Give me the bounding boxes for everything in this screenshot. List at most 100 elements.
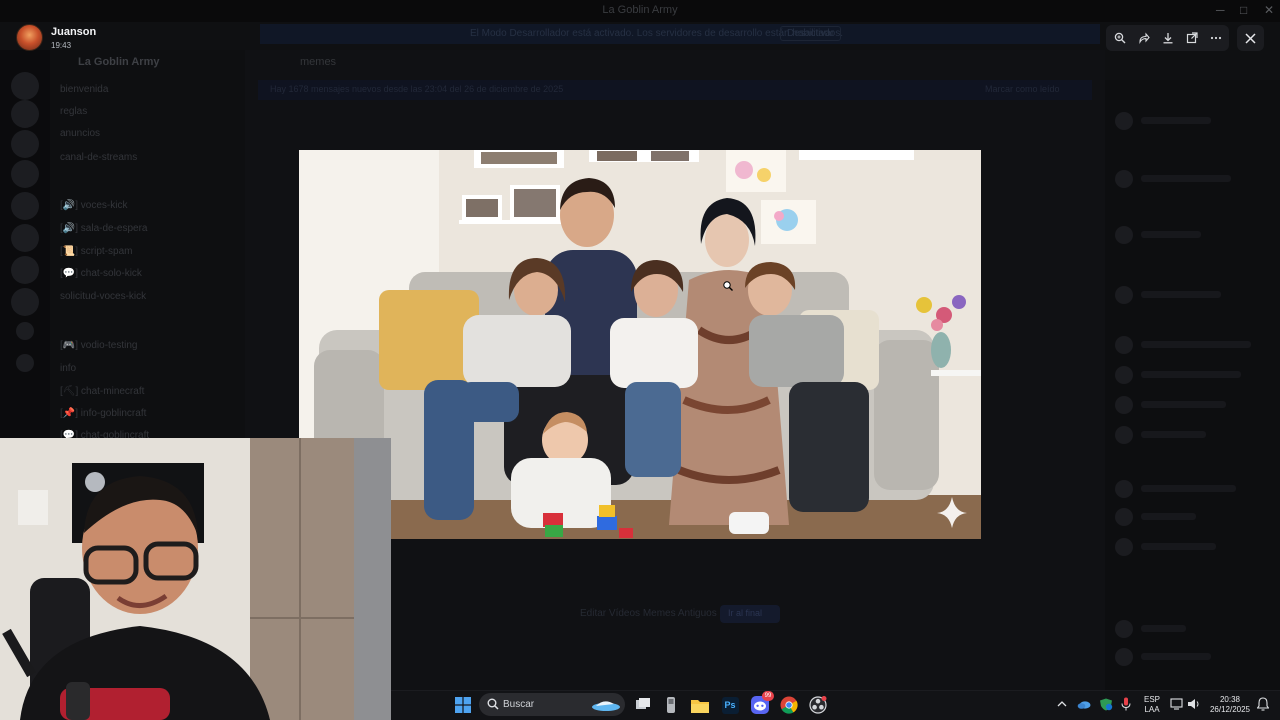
- jump-to-present-label: Ir al final: [728, 608, 763, 618]
- clock-date: 26/12/2025: [1209, 705, 1251, 714]
- chrome-icon[interactable]: [777, 693, 801, 717]
- member-name-placeholder: [1141, 485, 1236, 492]
- language-code: ESP: [1143, 695, 1160, 704]
- channel-item[interactable]: canal-de-streams: [60, 152, 137, 163]
- avatar: [1115, 648, 1133, 666]
- avatar[interactable]: [16, 24, 43, 51]
- server-icon[interactable]: [11, 256, 39, 284]
- channel-item[interactable]: solicitud-voces-kick: [60, 291, 146, 302]
- member-item[interactable]: [1115, 336, 1265, 354]
- microphone-icon[interactable]: [1121, 697, 1131, 711]
- member-item[interactable]: [1115, 620, 1265, 638]
- maximize-icon[interactable]: □: [1240, 3, 1247, 17]
- member-item[interactable]: [1115, 426, 1265, 444]
- mark-read-button[interactable]: Marcar como leído: [985, 84, 1060, 94]
- avatar: [1115, 426, 1133, 444]
- member-item[interactable]: [1115, 226, 1265, 244]
- photoshop-icon[interactable]: Ps: [718, 693, 742, 717]
- channel-item[interactable]: [💬] chat-solo-kick: [60, 268, 142, 279]
- server-icon[interactable]: [11, 160, 39, 188]
- photoshop-label: Ps: [721, 696, 739, 714]
- server-name[interactable]: La Goblin Army: [78, 56, 160, 68]
- member-item[interactable]: [1115, 480, 1265, 498]
- image-viewer-toolbar: [1106, 25, 1229, 51]
- cursor-zoom-icon: [723, 281, 733, 291]
- channel-item[interactable]: bienvenida: [60, 84, 108, 95]
- security-icon[interactable]: [1099, 698, 1113, 711]
- member-item[interactable]: [1115, 366, 1265, 384]
- window-close-icon[interactable]: ✕: [1264, 3, 1274, 17]
- server-icon[interactable]: [11, 72, 39, 100]
- server-icon[interactable]: [11, 130, 39, 158]
- chevron-up-icon[interactable]: [1057, 700, 1067, 708]
- member-name-placeholder: [1141, 371, 1241, 378]
- avatar: [1115, 538, 1133, 556]
- jump-to-present-button[interactable]: Ir al final: [720, 605, 780, 623]
- channel-item[interactable]: info: [60, 363, 76, 374]
- channel-item[interactable]: [⛏] chat-minecraft: [60, 386, 144, 397]
- minimize-icon[interactable]: ─: [1216, 3, 1225, 17]
- discord-icon[interactable]: 99: [748, 691, 774, 717]
- member-item[interactable]: [1115, 538, 1265, 556]
- server-icon[interactable]: [11, 192, 39, 220]
- search-icon: [487, 698, 499, 710]
- viewed-image[interactable]: [299, 150, 981, 539]
- avatar: [1115, 480, 1133, 498]
- server-icon[interactable]: [11, 224, 39, 252]
- search-placeholder: Buscar: [503, 699, 535, 710]
- language-indicator[interactable]: ESP LAA: [1141, 695, 1163, 715]
- obs-icon[interactable]: [806, 693, 830, 717]
- file-explorer-icon[interactable]: [688, 693, 712, 717]
- new-messages-text: Hay 1678 mensajes nuevos desde las 23:04…: [270, 84, 564, 94]
- member-name-placeholder: [1141, 653, 1211, 660]
- download-icon[interactable]: [1158, 28, 1178, 48]
- clock[interactable]: 20:38 26/12/2025: [1206, 695, 1254, 715]
- member-name-placeholder: [1141, 625, 1186, 632]
- search-highlight-icon: [592, 701, 620, 711]
- onedrive-icon[interactable]: [1077, 698, 1091, 710]
- avatar: [1115, 508, 1133, 526]
- channel-item[interactable]: anuncios: [60, 128, 100, 139]
- channel-item[interactable]: reglas: [60, 106, 87, 117]
- member-item[interactable]: [1115, 112, 1265, 130]
- upload-time: 19:43: [51, 41, 72, 50]
- keyboard-layout: LAA: [1144, 705, 1160, 714]
- member-name-placeholder: [1141, 543, 1216, 550]
- bottom-message-text: Editar Vídeos Memes Antiguos: [580, 608, 717, 619]
- member-name-placeholder: [1141, 513, 1196, 520]
- channel-item[interactable]: [📜] script-spam: [60, 246, 132, 257]
- zoom-icon[interactable]: [1110, 28, 1130, 48]
- window-title: La Goblin Army: [602, 4, 678, 16]
- member-item[interactable]: [1115, 648, 1265, 666]
- volume-icon[interactable]: [1187, 698, 1201, 710]
- task-view-icon[interactable]: [631, 693, 655, 717]
- channel-item[interactable]: [🔊] sala-de-espera: [60, 223, 148, 234]
- more-icon[interactable]: [1206, 28, 1226, 48]
- channel-item[interactable]: [🎮] vodio-testing: [60, 340, 138, 351]
- uploader-name[interactable]: Juanson: [51, 26, 96, 38]
- member-name-placeholder: [1141, 431, 1206, 438]
- windows-start-icon[interactable]: [451, 693, 475, 717]
- forward-icon[interactable]: [1134, 28, 1154, 48]
- server-icon[interactable]: [11, 100, 39, 128]
- channel-item[interactable]: [🔊] voces-kick: [60, 200, 127, 211]
- server-icon[interactable]: [11, 288, 39, 316]
- avatar: [1115, 286, 1133, 304]
- network-icon[interactable]: [1170, 698, 1184, 710]
- member-item[interactable]: [1115, 508, 1265, 526]
- member-item[interactable]: [1115, 286, 1265, 304]
- notification-icon[interactable]: [1257, 697, 1269, 711]
- channel-header: memes: [300, 56, 337, 68]
- app-icon[interactable]: [659, 693, 683, 717]
- image-viewer-header: [0, 20, 1280, 56]
- discover-icon[interactable]: [16, 354, 34, 372]
- channel-item[interactable]: [📌] info-goblincraft: [60, 408, 146, 419]
- add-server-icon[interactable]: [16, 322, 34, 340]
- family-photo: [299, 150, 981, 539]
- discord-badge: 99: [762, 691, 774, 701]
- open-external-icon[interactable]: [1182, 28, 1202, 48]
- avatar: [1115, 620, 1133, 638]
- close-viewer-button[interactable]: [1237, 25, 1264, 51]
- member-item[interactable]: [1115, 396, 1265, 414]
- member-item[interactable]: [1115, 170, 1265, 188]
